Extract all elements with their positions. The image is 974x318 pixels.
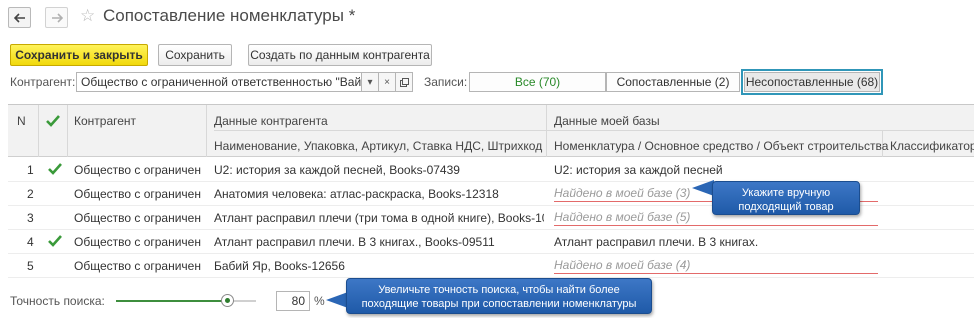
row-counterparty: Общество с ограничен... — [74, 259, 202, 273]
checkmark-icon — [48, 235, 62, 247]
row-counterparty: Общество с ограничен... — [74, 235, 202, 249]
row-counterparty-data: Атлант расправил плечи. В 3 книгах., Boo… — [214, 235, 495, 249]
forward-button[interactable] — [45, 7, 68, 28]
column-counterparty-data-sub[interactable]: Наименование, Упаковка, Артикул, Ставка … — [214, 139, 542, 153]
filter-unmatched[interactable]: Несопоставленные (68) — [741, 69, 883, 95]
accuracy-slider-fill — [116, 300, 228, 302]
row-number: 1 — [27, 163, 34, 177]
back-button[interactable] — [8, 7, 31, 28]
table-row[interactable]: 4 Общество с ограничен... Атлант расправ… — [8, 230, 974, 254]
row-number: 4 — [27, 235, 34, 249]
open-button[interactable] — [395, 72, 413, 92]
create-from-counterparty-button[interactable]: Создать по данным контрагента — [248, 44, 432, 66]
filter-all[interactable]: Все (70) — [469, 72, 606, 92]
records-label: Записи: — [424, 75, 468, 89]
accuracy-input[interactable]: 80 — [276, 291, 310, 311]
page-title: Сопоставление номенклатуры * — [103, 6, 356, 25]
row-counterparty-data: Анатомия человека: атлас-раскраска, Book… — [214, 187, 499, 201]
close-icon: × — [384, 76, 390, 88]
column-counterparty-data[interactable]: Данные контрагента — [214, 114, 328, 128]
accuracy-label: Точность поиска: — [10, 294, 105, 308]
filter-matched[interactable]: Сопоставленные (2) — [606, 72, 740, 92]
row-my-data[interactable]: U2: история за каждой песней — [554, 163, 723, 177]
row-counterparty-data: U2: история за каждой песней, Books-0743… — [214, 163, 460, 177]
row-counterparty-data: Бабий Яр, Books-12656 — [214, 259, 345, 273]
hint-accuracy-callout: Увеличьте точность поиска, чтобы найти б… — [346, 278, 652, 314]
table-header: N Контрагент Данные контрагента Наименов… — [8, 105, 974, 157]
column-n[interactable]: N — [17, 114, 26, 128]
column-my-data[interactable]: Данные моей базы — [554, 114, 660, 128]
arrow-right-icon — [51, 12, 63, 23]
accuracy-slider-handle[interactable] — [221, 294, 234, 307]
column-counterparty[interactable]: Контрагент — [74, 114, 136, 128]
table-row[interactable]: 1 Общество с ограничен... U2: история за… — [8, 158, 974, 182]
row-counterparty: Общество с ограничен... — [74, 187, 202, 201]
arrow-left-icon — [13, 12, 25, 23]
row-number: 3 — [27, 211, 34, 225]
callout-pointer — [326, 292, 348, 308]
check-column-icon[interactable] — [46, 115, 60, 127]
accuracy-unit: % — [314, 294, 325, 308]
callout-pointer — [692, 180, 714, 196]
column-my-data-sub[interactable]: Номенклатура / Основное средство / Объек… — [554, 139, 888, 153]
clear-button[interactable]: × — [378, 72, 396, 92]
row-number: 5 — [27, 259, 34, 273]
counterparty-field[interactable]: Общество с ограниченной ответственностью… — [76, 72, 362, 92]
row-counterparty-data: Атлант расправил плечи (три тома в одной… — [214, 211, 544, 225]
table-row[interactable]: 5 Общество с ограничен... Бабий Яр, Book… — [8, 254, 974, 278]
row-my-data[interactable]: Атлант расправил плечи. В 3 книгах. — [554, 235, 758, 249]
dropdown-button[interactable]: ▾ — [361, 72, 379, 92]
column-classifier[interactable]: Классификатор — [890, 139, 974, 153]
row-my-data-found[interactable]: Найдено в моей базе (4) — [554, 258, 878, 274]
row-counterparty: Общество с ограничен... — [74, 163, 202, 177]
row-number: 2 — [27, 187, 34, 201]
star-icon[interactable]: ☆ — [80, 6, 95, 26]
hint-manual-callout: Укажите вручную подходящий товар — [712, 181, 860, 215]
counterparty-label: Контрагент: — [10, 75, 76, 89]
save-button[interactable]: Сохранить — [158, 44, 232, 66]
open-window-icon — [399, 77, 409, 87]
chevron-down-icon: ▾ — [367, 76, 373, 88]
checkmark-icon — [48, 163, 62, 175]
row-counterparty: Общество с ограничен... — [74, 211, 202, 225]
save-and-close-button[interactable]: Сохранить и закрыть — [10, 44, 148, 66]
